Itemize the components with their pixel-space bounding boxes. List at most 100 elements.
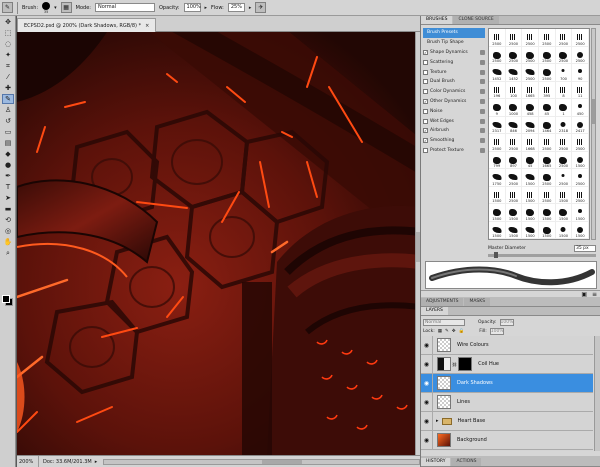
brush-preset[interactable]: 2500 — [538, 186, 556, 204]
visibility-eye-icon[interactable]: ◉ — [421, 355, 433, 373]
brush-preset[interactable]: 1500 — [522, 169, 539, 187]
brush-preset[interactable]: 100 — [505, 81, 523, 99]
brush-preset[interactable]: 1750 — [489, 169, 506, 187]
crop-tool-icon[interactable]: ⌗ — [2, 61, 14, 71]
tab-adjustments[interactable]: ADJUSTMENTS — [421, 298, 464, 306]
tab-masks[interactable]: MASKS — [464, 298, 491, 306]
eraser-tool-icon[interactable]: ▭ — [2, 127, 14, 137]
lock-icon[interactable] — [480, 89, 485, 95]
layer-mask-thumbnail[interactable] — [458, 357, 473, 371]
brush-preset[interactable]: 2500 — [555, 29, 573, 47]
brush-preset[interactable]: 1500 — [555, 221, 573, 239]
brush-preset[interactable]: 1452 — [489, 64, 506, 82]
clone-stamp-tool-icon[interactable]: ♙ — [2, 105, 14, 115]
lock-icon[interactable] — [480, 108, 485, 114]
checkbox[interactable]: ✓ — [423, 128, 428, 134]
info-menu-arrow-icon[interactable]: ▸ — [95, 459, 98, 465]
master-diameter-slider[interactable] — [488, 252, 596, 258]
opacity-slider-icon[interactable]: ▸ — [205, 5, 208, 11]
brush-preset[interactable]: 9 — [489, 99, 506, 117]
visibility-eye-icon[interactable]: ◉ — [421, 412, 433, 430]
visibility-eye-icon[interactable]: ◉ — [421, 374, 433, 392]
brush-preset[interactable]: 458 — [522, 99, 539, 117]
hand-tool-icon[interactable]: ✋ — [2, 237, 14, 247]
brush-preset[interactable]: 2500 — [538, 134, 556, 152]
blend-mode-select[interactable]: Normal — [423, 319, 465, 326]
lasso-tool-icon[interactable]: ◌ — [2, 39, 14, 49]
brush-preset[interactable]: 2500 — [505, 29, 523, 47]
mode-select[interactable]: Normal — [94, 3, 155, 12]
brush-preset[interactable]: 1665 — [538, 151, 556, 169]
brush-preset[interactable]: 1500 — [538, 204, 556, 222]
visibility-eye-icon[interactable]: ◉ — [421, 336, 433, 354]
brush-preset[interactable]: 1500 — [522, 186, 539, 204]
lock-icon[interactable] — [480, 118, 485, 124]
brush-option-item[interactable]: Protect Texture — [423, 146, 485, 156]
brush-preset[interactable]: 1500 — [555, 204, 573, 222]
brush-preset[interactable]: 1000 — [505, 99, 523, 117]
lock-position-icon[interactable]: ✥ — [452, 329, 456, 334]
close-icon[interactable]: × — [145, 23, 149, 29]
checkbox[interactable] — [423, 59, 428, 65]
brush-preset[interactable]: 2317 — [489, 116, 506, 134]
3d-orbit-tool-icon[interactable]: ◎ — [2, 226, 14, 236]
brush-preset[interactable]: 1500 — [572, 204, 589, 222]
path-selection-tool-icon[interactable]: ➤ — [2, 193, 14, 203]
checkbox[interactable]: ✓ — [423, 98, 428, 104]
brush-preset[interactable]: 2500 — [489, 134, 506, 152]
brush-grid-scrollbar[interactable] — [591, 28, 596, 240]
lock-all-icon[interactable]: 🔒 — [459, 329, 465, 334]
zoom-level-field[interactable]: 200% — [17, 456, 39, 467]
brush-preset[interactable]: 2500 — [572, 29, 589, 47]
lock-icon[interactable] — [480, 49, 485, 55]
lock-transparency-icon[interactable]: ▦ — [438, 329, 442, 334]
brush-preset[interactable]: 1500 — [522, 204, 539, 222]
canvas[interactable] — [17, 32, 420, 455]
marquee-tool-icon[interactable]: ⬚ — [2, 28, 14, 38]
zoom-tool-icon[interactable]: ⌕ — [2, 248, 14, 258]
brush-tool-icon[interactable]: ✎ — [2, 94, 14, 104]
lock-icon[interactable] — [480, 128, 485, 134]
brush-preset[interactable]: 700 — [555, 64, 573, 82]
brush-preset[interactable]: 2417 — [572, 116, 589, 134]
tab-brushes[interactable]: BRUSHES — [421, 16, 453, 24]
blur-tool-icon[interactable]: ◆ — [2, 149, 14, 159]
scroll-thumb[interactable] — [261, 459, 302, 464]
layer-list-scrollbar[interactable] — [594, 336, 600, 451]
flow-slider-icon[interactable]: ▸ — [249, 5, 252, 11]
brush-preset[interactable]: 1500 — [572, 151, 589, 169]
brush-preset[interactable]: 90 — [572, 64, 589, 82]
shape-tool-icon[interactable]: ▬ — [2, 204, 14, 214]
lock-icon[interactable] — [480, 79, 485, 85]
gradient-tool-icon[interactable]: ▤ — [2, 138, 14, 148]
brush-preset[interactable]: 897 — [505, 151, 523, 169]
brush-preset[interactable]: 2500 — [572, 169, 589, 187]
pen-tool-icon[interactable]: ✒ — [2, 171, 14, 181]
brush-picker[interactable]: 35 — [42, 1, 51, 14]
history-brush-tool-icon[interactable]: ↺ — [2, 116, 14, 126]
tab-clone-source[interactable]: CLONE SOURCE — [453, 16, 499, 24]
brush-preset[interactable]: 1500 — [522, 221, 539, 239]
brush-preset[interactable]: 2500 — [572, 134, 589, 152]
layer-row[interactable]: ◉ Wire Colours — [421, 336, 593, 355]
scroll-thumb[interactable] — [592, 99, 595, 124]
brush-preset[interactable]: 2500 — [489, 46, 506, 64]
brush-preset[interactable]: 2500 — [522, 29, 539, 47]
brush-preset[interactable]: 2500 — [572, 46, 589, 64]
brush-preset[interactable]: 450 — [572, 99, 589, 117]
brush-preset[interactable]: 45 — [522, 151, 539, 169]
healing-brush-tool-icon[interactable]: ✚ — [2, 83, 14, 93]
checkbox[interactable]: ✓ — [423, 138, 428, 144]
layer-fill-field[interactable]: 100% — [489, 328, 504, 335]
brush-preset[interactable]: 2500 — [522, 64, 539, 82]
brush-option-item[interactable]: ✓ Airbrush — [423, 126, 485, 136]
brush-option-item[interactable]: Texture — [423, 67, 485, 77]
horizontal-scrollbar[interactable] — [103, 458, 420, 465]
eyedropper-tool-icon[interactable]: ⁄ — [2, 72, 14, 82]
brush-tool-preset-icon[interactable]: ✎ — [2, 2, 13, 13]
brush-preset[interactable]: 1665 — [522, 81, 539, 99]
flow-field[interactable]: 25% — [227, 3, 245, 12]
brush-option-item[interactable]: Noise — [423, 106, 485, 116]
brush-option-item[interactable]: Scattering — [423, 57, 485, 67]
brush-option-item[interactable]: ✓ Other Dynamics — [423, 97, 485, 107]
